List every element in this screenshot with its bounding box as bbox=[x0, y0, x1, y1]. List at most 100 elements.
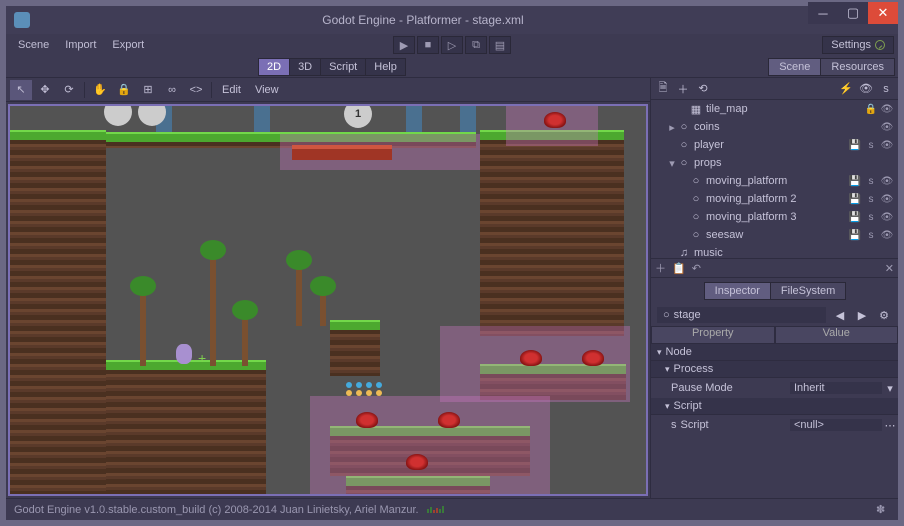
circle-icon: ○ bbox=[689, 192, 703, 206]
settings-label: Settings bbox=[831, 39, 871, 51]
visibility-icon[interactable]: 👁 bbox=[858, 81, 874, 97]
expand-arrow-icon[interactable]: ▸ bbox=[667, 121, 677, 134]
bolt-icon[interactable]: ѕ bbox=[864, 192, 878, 206]
tree-sprite bbox=[140, 292, 146, 366]
inspector-menu-icon[interactable]: ⚙ bbox=[876, 309, 892, 322]
circle-icon: ○ bbox=[689, 228, 703, 242]
statusbar: Godot Engine v1.0.stable.custom_build (c… bbox=[6, 498, 898, 520]
history-back-button[interactable]: ◀ bbox=[832, 309, 848, 322]
play-custom-button[interactable]: ▤ bbox=[489, 36, 511, 54]
node-label: moving_platform 2 bbox=[706, 193, 848, 205]
tree-row[interactable]: ○moving_platform 2💾ѕ👁 bbox=[651, 190, 898, 208]
eye-icon[interactable]: 👁 bbox=[880, 228, 894, 242]
mode-2d-button[interactable]: 2D bbox=[258, 58, 290, 76]
menu-scene[interactable]: Scene bbox=[10, 37, 57, 53]
add-icon[interactable]: ＋ bbox=[655, 260, 666, 276]
group-script[interactable]: ▾Script bbox=[651, 398, 898, 415]
stop-button[interactable]: ▷ bbox=[441, 36, 463, 54]
pause-button[interactable]: ■ bbox=[417, 36, 439, 54]
save-icon[interactable]: 💾 bbox=[848, 174, 862, 188]
save-icon[interactable]: 💾 bbox=[848, 228, 862, 242]
tab-resources[interactable]: Resources bbox=[820, 58, 895, 76]
close-button[interactable]: ✕ bbox=[868, 2, 898, 24]
node-label: tile_map bbox=[706, 103, 864, 115]
connect-icon[interactable]: ⚡ bbox=[838, 81, 854, 97]
link-tool[interactable]: ∞ bbox=[161, 80, 183, 100]
select-tool[interactable]: ↖ bbox=[10, 80, 32, 100]
tab-inspector[interactable]: Inspector bbox=[704, 282, 771, 300]
maximize-button[interactable]: ▢ bbox=[838, 2, 868, 24]
viewport-2d[interactable]: 1 bbox=[8, 104, 648, 496]
code-tool[interactable]: <> bbox=[185, 80, 207, 100]
eye-icon[interactable]: 👁 bbox=[880, 138, 894, 152]
prop-value[interactable]: <null> bbox=[790, 419, 882, 431]
prop-label: ѕScript bbox=[651, 419, 790, 431]
new-node-icon[interactable]: 🗎 bbox=[655, 81, 671, 97]
tree-row[interactable]: ▦tile_map🔒👁 bbox=[651, 100, 898, 118]
inspected-object[interactable]: ○ stage bbox=[657, 307, 826, 323]
save-icon[interactable]: 💾 bbox=[848, 138, 862, 152]
lock-icon[interactable]: 🔒 bbox=[864, 102, 878, 116]
col-value: Value bbox=[775, 326, 899, 344]
expand-arrow-icon[interactable]: ▾ bbox=[667, 157, 677, 170]
dropdown-arrow-icon[interactable]: ▾ bbox=[882, 382, 898, 395]
group-node[interactable]: ▾Node bbox=[651, 344, 898, 361]
tree-row[interactable]: ○moving_platform💾ѕ👁 bbox=[651, 172, 898, 190]
tree-row[interactable]: ○moving_platform 3💾ѕ👁 bbox=[651, 208, 898, 226]
bolt-icon[interactable]: ѕ bbox=[864, 174, 878, 188]
minimize-button[interactable]: ─ bbox=[808, 2, 838, 24]
view-menu[interactable]: View bbox=[249, 84, 285, 96]
settings-icon bbox=[875, 40, 885, 50]
eye-icon[interactable]: 👁 bbox=[880, 120, 894, 134]
cursor-cross-icon: + bbox=[198, 350, 206, 366]
rotate-tool[interactable]: ⟳ bbox=[58, 80, 80, 100]
mode-script-button[interactable]: Script bbox=[320, 58, 366, 76]
terrain bbox=[480, 136, 624, 336]
play-scene-button[interactable]: ⧉ bbox=[465, 36, 487, 54]
node-label: music bbox=[694, 247, 894, 258]
menu-export[interactable]: Export bbox=[104, 37, 152, 53]
prop-more-icon[interactable]: ⋯ bbox=[882, 419, 898, 432]
group-tool[interactable]: ⊞ bbox=[137, 80, 159, 100]
mode-help-button[interactable]: Help bbox=[365, 58, 406, 76]
close-panel-icon[interactable]: ✕ bbox=[885, 262, 894, 275]
tree-row[interactable]: ▾○props bbox=[651, 154, 898, 172]
play-button[interactable]: ▶ bbox=[393, 36, 415, 54]
save-icon[interactable]: 💾 bbox=[848, 210, 862, 224]
edit-menu[interactable]: Edit bbox=[216, 84, 247, 96]
eye-icon[interactable]: 👁 bbox=[880, 174, 894, 188]
add-node-icon[interactable]: ＋ bbox=[675, 81, 691, 97]
move-tool[interactable]: ✥ bbox=[34, 80, 56, 100]
eye-icon[interactable]: 👁 bbox=[880, 210, 894, 224]
bolt-icon[interactable]: ѕ bbox=[864, 210, 878, 224]
eye-icon[interactable]: 👁 bbox=[880, 102, 894, 116]
tree-row[interactable]: ♫music bbox=[651, 244, 898, 258]
tree-row[interactable]: ○player💾ѕ👁 bbox=[651, 136, 898, 154]
tree-sprite bbox=[296, 266, 302, 326]
settings-button[interactable]: Settings bbox=[822, 36, 894, 54]
mode-3d-button[interactable]: 3D bbox=[289, 58, 321, 76]
tree-row[interactable]: ▸○coins👁 bbox=[651, 118, 898, 136]
tab-filesystem[interactable]: FileSystem bbox=[770, 282, 846, 300]
tree-row[interactable]: ○seesaw💾ѕ👁 bbox=[651, 226, 898, 244]
lock-tool[interactable]: 🔒 bbox=[113, 80, 135, 100]
script-icon[interactable]: ѕ bbox=[878, 81, 894, 97]
bolt-icon[interactable]: ѕ bbox=[864, 228, 878, 242]
group-process[interactable]: ▾Process bbox=[651, 361, 898, 378]
tab-scene[interactable]: Scene bbox=[768, 58, 821, 76]
bolt-icon[interactable]: ѕ bbox=[864, 138, 878, 152]
spinner-icon: ✽ bbox=[876, 503, 890, 517]
menu-import[interactable]: Import bbox=[57, 37, 104, 53]
history-forward-button[interactable]: ▶ bbox=[854, 309, 870, 322]
instance-icon[interactable]: ⟲ bbox=[695, 81, 711, 97]
save-icon[interactable]: 💾 bbox=[848, 192, 862, 206]
circle-icon: ○ bbox=[677, 156, 691, 170]
paste-icon[interactable]: 📋 bbox=[672, 262, 686, 275]
pan-tool[interactable]: ✋ bbox=[89, 80, 111, 100]
enemy-sprite bbox=[520, 350, 542, 366]
eye-icon[interactable]: 👁 bbox=[880, 192, 894, 206]
prop-value-dropdown[interactable]: Inherit bbox=[790, 382, 882, 394]
history-icon[interactable]: ↶ bbox=[692, 262, 701, 275]
scene-tree[interactable]: ▦tile_map🔒👁▸○coins👁○player💾ѕ👁▾○props○mov… bbox=[651, 100, 898, 258]
tree-sprite bbox=[242, 316, 248, 366]
